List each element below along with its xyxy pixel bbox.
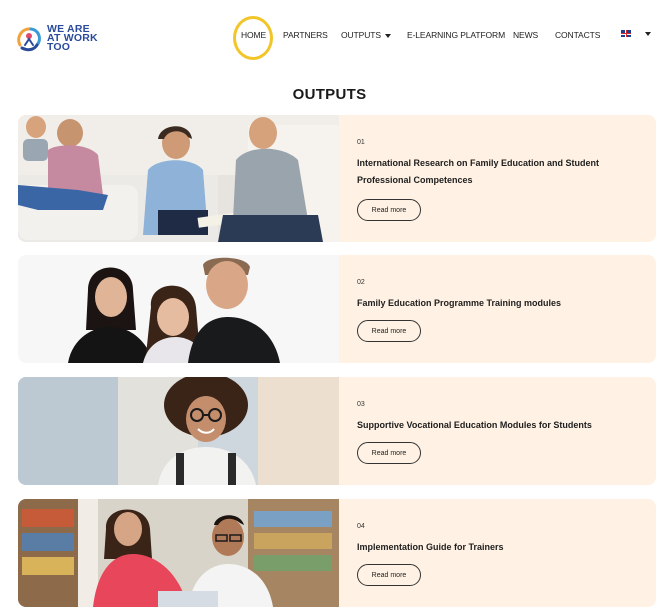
nav-partners[interactable]: PARTNERS	[283, 30, 328, 40]
output-card: 01 International Research on Family Educ…	[18, 115, 656, 242]
output-card: 03 Supportive Vocational Education Modul…	[18, 377, 656, 485]
read-more-button[interactable]: Read more	[357, 442, 421, 464]
family-studying-photo	[18, 115, 339, 242]
read-more-button[interactable]: Read more	[357, 564, 421, 586]
card-title: Supportive Vocational Education Modules …	[357, 420, 592, 430]
nav-contacts[interactable]: CONTACTS	[555, 30, 600, 40]
card-number: 03	[357, 401, 365, 408]
read-more-button[interactable]: Read more	[357, 320, 421, 342]
chevron-down-icon	[384, 33, 391, 38]
output-card-body: 01 International Research on Family Educ…	[339, 115, 656, 242]
main-nav: HOME PARTNERS OUTPUTS E-LEARNING PLATFOR…	[0, 24, 659, 48]
output-card-body: 04 Implementation Guide for Trainers Rea…	[339, 499, 656, 607]
nav-news[interactable]: NEWS	[513, 30, 538, 40]
trainer-in-library-photo	[18, 499, 339, 607]
nav-outputs-label: OUTPUTS	[341, 30, 381, 40]
output-card-body: 03 Supportive Vocational Education Modul…	[339, 377, 656, 485]
output-card: 02 Family Education Programme Training m…	[18, 255, 656, 363]
uk-flag-icon	[621, 30, 631, 37]
site-header: WE ARE AT WORK TOO HOME PARTNERS OUTPUTS…	[0, 0, 659, 72]
output-card: 04 Implementation Guide for Trainers Rea…	[18, 499, 656, 607]
nav-e-learning-platform[interactable]: E-LEARNING PLATFORM	[407, 30, 505, 40]
card-title: International Research on Family Educati…	[357, 158, 600, 185]
chevron-down-icon	[645, 31, 651, 36]
output-card-body: 02 Family Education Programme Training m…	[339, 255, 656, 363]
card-number: 01	[357, 139, 365, 146]
read-more-button[interactable]: Read more	[357, 199, 421, 221]
nav-outputs[interactable]: OUTPUTS	[341, 30, 391, 40]
nav-home[interactable]: HOME	[241, 30, 266, 40]
card-title: Family Education Programme Training modu…	[357, 298, 562, 308]
page-title: OUTPUTS	[292, 86, 367, 103]
language-selector[interactable]	[621, 30, 651, 37]
card-number: 02	[357, 279, 365, 286]
family-portrait-photo	[18, 255, 339, 363]
card-title: Implementation Guide for Trainers	[357, 542, 504, 552]
card-number: 04	[357, 523, 365, 530]
student-with-glasses-photo	[18, 377, 339, 485]
